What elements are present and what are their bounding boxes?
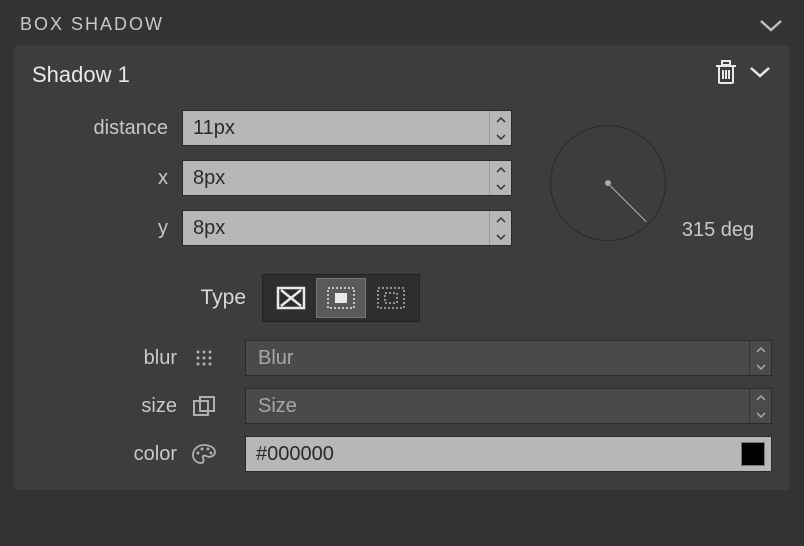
panel-header: BOX SHADOW <box>0 0 804 45</box>
angle-dial[interactable] <box>550 125 666 241</box>
x-label: x <box>32 167 182 190</box>
blur-placeholder: Blur <box>246 341 749 375</box>
blur-step-down[interactable] <box>750 358 771 375</box>
size-icon <box>187 395 221 417</box>
angle-dial-indicator <box>607 183 646 222</box>
blur-label: blur <box>32 347 187 370</box>
type-button-group <box>262 274 420 322</box>
palette-icon <box>187 443 221 465</box>
shadow-item-header: Shadow 1 <box>32 59 772 90</box>
size-label: size <box>32 395 187 418</box>
type-inset-button[interactable] <box>366 278 416 318</box>
color-input[interactable] <box>246 443 741 466</box>
shadow-name: Shadow 1 <box>32 62 130 88</box>
size-step-down[interactable] <box>750 406 771 423</box>
x-stepper[interactable] <box>182 160 512 196</box>
type-none-button[interactable] <box>266 278 316 318</box>
size-stepper[interactable]: Size <box>245 388 772 424</box>
delete-shadow-button[interactable] <box>714 59 738 90</box>
y-input[interactable] <box>183 211 489 245</box>
distance-step-down[interactable] <box>490 128 511 145</box>
x-input[interactable] <box>183 161 489 195</box>
type-label: Type <box>32 286 262 310</box>
panel-title: BOX SHADOW <box>20 14 164 35</box>
color-swatch[interactable] <box>741 442 765 466</box>
distance-stepper[interactable] <box>182 110 512 146</box>
blur-stepper[interactable]: Blur <box>245 340 772 376</box>
shadow-collapse-button[interactable] <box>748 65 772 84</box>
x-step-down[interactable] <box>490 178 511 195</box>
y-stepper[interactable] <box>182 210 512 246</box>
size-step-up[interactable] <box>750 389 771 406</box>
distance-input[interactable] <box>183 111 489 145</box>
angle-readout: 315 deg <box>682 219 754 246</box>
type-outset-button[interactable] <box>316 278 366 318</box>
y-step-up[interactable] <box>490 211 511 228</box>
y-label: y <box>32 217 182 240</box>
shadow-item: Shadow 1 distance <box>14 45 790 490</box>
panel-collapse-button[interactable] <box>758 17 784 33</box>
blur-step-up[interactable] <box>750 341 771 358</box>
y-step-down[interactable] <box>490 228 511 245</box>
distance-step-up[interactable] <box>490 111 511 128</box>
x-step-up[interactable] <box>490 161 511 178</box>
blur-icon <box>187 347 221 369</box>
color-label: color <box>32 443 187 466</box>
angle-dial-center <box>605 180 611 186</box>
size-placeholder: Size <box>246 389 749 423</box>
distance-label: distance <box>32 117 182 140</box>
color-input-wrap[interactable] <box>245 436 772 472</box>
